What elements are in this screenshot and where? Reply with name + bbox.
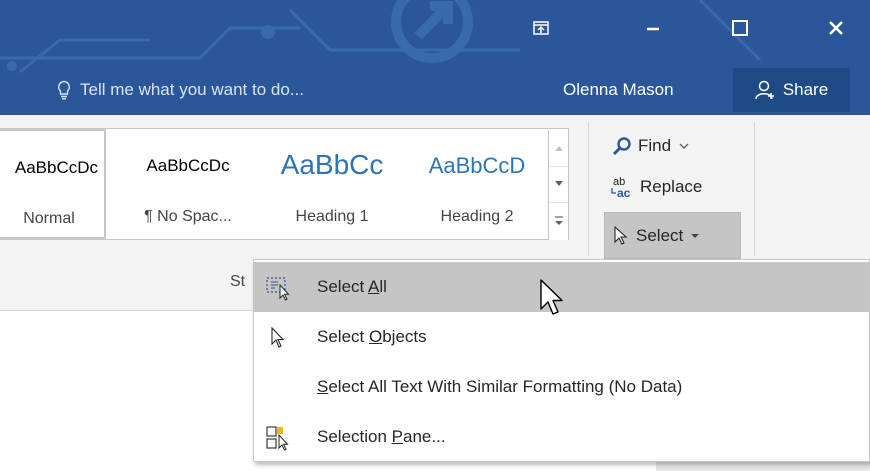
replace-button[interactable]: ab ac Replace (610, 172, 702, 202)
style-name: Heading 2 (440, 208, 514, 225)
user-name[interactable]: Olenna Mason (563, 78, 674, 102)
select-button[interactable]: Select (604, 212, 741, 259)
menu-item-label: Selection Pane... (317, 427, 446, 446)
tell-me-box[interactable]: Tell me what you want to do... (57, 78, 304, 102)
menu-item-label: Select Objects (317, 327, 427, 346)
gallery-scroll-up-button[interactable] (549, 130, 568, 167)
find-button[interactable]: Find (612, 131, 691, 161)
search-icon (612, 137, 631, 156)
menu-item-label: Select All Text With Similar Formatting … (317, 377, 683, 396)
style-sample: AaBbCcDc (14, 158, 98, 177)
styles-group-label: St (230, 273, 246, 290)
more-icon (554, 216, 563, 226)
style-no-spacing[interactable]: AaBbCcDc ¶ No Spac... (118, 129, 258, 239)
style-sample: AaBbCcDc (146, 156, 230, 175)
maximize-icon (732, 20, 748, 36)
share-button[interactable]: Share (733, 68, 850, 112)
chevron-down-icon (691, 233, 700, 238)
minimize-button[interactable] (630, 8, 676, 48)
gallery-more-button[interactable] (549, 203, 568, 240)
style-name: ¶ No Spac... (144, 208, 232, 225)
replace-label: Replace (640, 177, 703, 196)
style-sample: AaBbCc (280, 149, 384, 180)
selection-pane-icon (266, 425, 292, 451)
ribbon-display-options-button[interactable] (518, 8, 564, 48)
menu-item-label: Select All (317, 277, 387, 296)
svg-text:ac: ac (617, 186, 631, 200)
styles-gallery: AaBbCcDc Normal AaBbCcDc ¶ No Spac... Aa… (0, 128, 569, 240)
ribbon-separator (754, 122, 755, 256)
style-heading-1[interactable]: AaBbCc Heading 1 (262, 129, 402, 239)
style-normal[interactable]: AaBbCcDc Normal (0, 129, 106, 239)
close-icon (829, 21, 843, 35)
style-heading-2[interactable]: AaBbCcD Heading 2 (407, 129, 547, 239)
chevron-down-icon (554, 181, 563, 187)
mouse-cursor-icon (540, 279, 563, 315)
replace-icon: ab ac (611, 176, 631, 200)
select-label: Select (636, 225, 684, 245)
maximize-button[interactable] (717, 8, 763, 48)
styles-gallery-scroller (548, 130, 568, 240)
ribbon-display-options-icon (533, 21, 549, 35)
style-sample: AaBbCcD (428, 153, 526, 178)
pointer-icon (266, 325, 292, 351)
select-all-icon (266, 275, 292, 301)
person-add-icon (755, 80, 774, 100)
menu-item-select-similar-formatting[interactable]: Select All Text With Similar Formatting … (254, 362, 869, 412)
lightbulb-icon (58, 80, 70, 100)
ribbon-separator (588, 122, 589, 256)
style-name: Normal (23, 210, 75, 227)
chevron-down-icon (679, 143, 689, 149)
gallery-scroll-down-button[interactable] (549, 167, 568, 204)
share-label: Share (782, 80, 829, 99)
minimize-icon (647, 27, 659, 31)
close-button[interactable] (813, 8, 859, 48)
pointer-icon (614, 225, 628, 245)
title-bar: Tell me what you want to do... Olenna Ma… (0, 0, 870, 115)
style-name: Heading 1 (295, 208, 369, 225)
chevron-up-icon (554, 145, 563, 151)
tell-me-placeholder[interactable]: Tell me what you want to do... (80, 80, 304, 100)
menu-item-selection-pane[interactable]: Selection Pane... (254, 412, 869, 462)
find-label: Find (638, 136, 672, 155)
